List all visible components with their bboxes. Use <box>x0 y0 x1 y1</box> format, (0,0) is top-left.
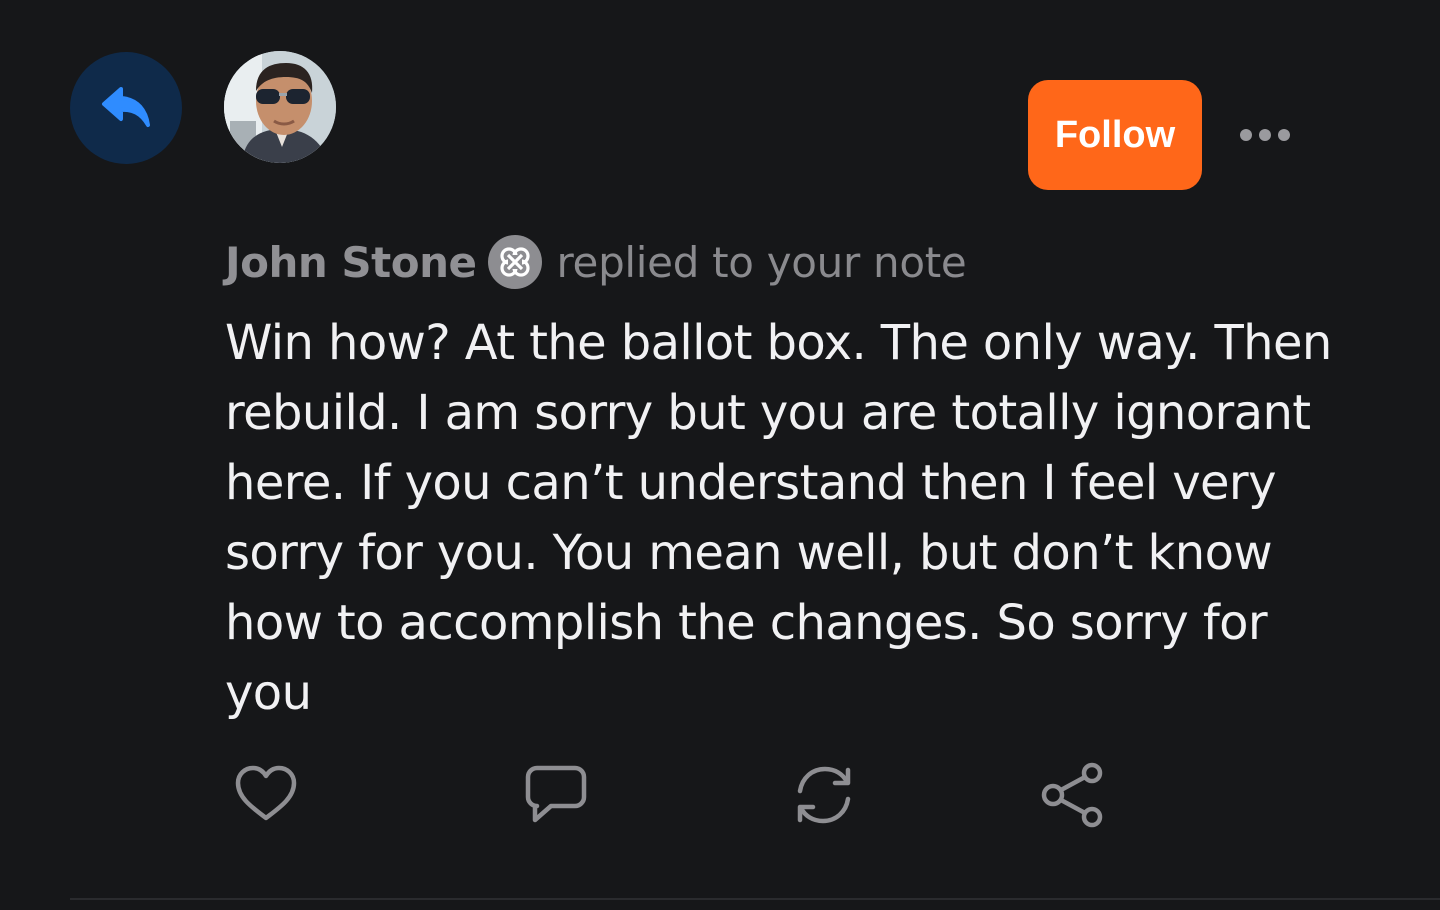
share-button[interactable] <box>1039 762 1105 828</box>
restack-icon <box>797 766 851 824</box>
comment-button[interactable] <box>523 762 589 828</box>
notification-note: Follow John Stone replied to your note W… <box>0 0 1440 910</box>
author-name[interactable]: John Stone <box>225 238 477 287</box>
clover-badge-icon <box>488 235 543 289</box>
restack-button[interactable] <box>791 762 857 828</box>
more-options-button[interactable] <box>1232 116 1298 154</box>
note-body: Win how? At the ballot box. The only way… <box>225 315 1332 721</box>
like-button[interactable] <box>233 762 299 828</box>
byline: John Stone replied to your note <box>225 235 1335 289</box>
avatar[interactable] <box>224 51 336 163</box>
notification-action: replied to your note <box>556 237 967 287</box>
reply-badge <box>70 52 182 164</box>
ellipsis-icon <box>1240 129 1252 141</box>
reply-arrow-icon <box>102 87 150 127</box>
share-icon <box>1041 762 1103 828</box>
follow-button[interactable]: Follow <box>1028 80 1202 190</box>
divider <box>70 898 1440 900</box>
note-content: John Stone replied to your note Win how?… <box>225 235 1335 728</box>
action-bar <box>0 762 1440 828</box>
heart-icon <box>235 765 297 821</box>
comment-icon <box>525 765 587 823</box>
